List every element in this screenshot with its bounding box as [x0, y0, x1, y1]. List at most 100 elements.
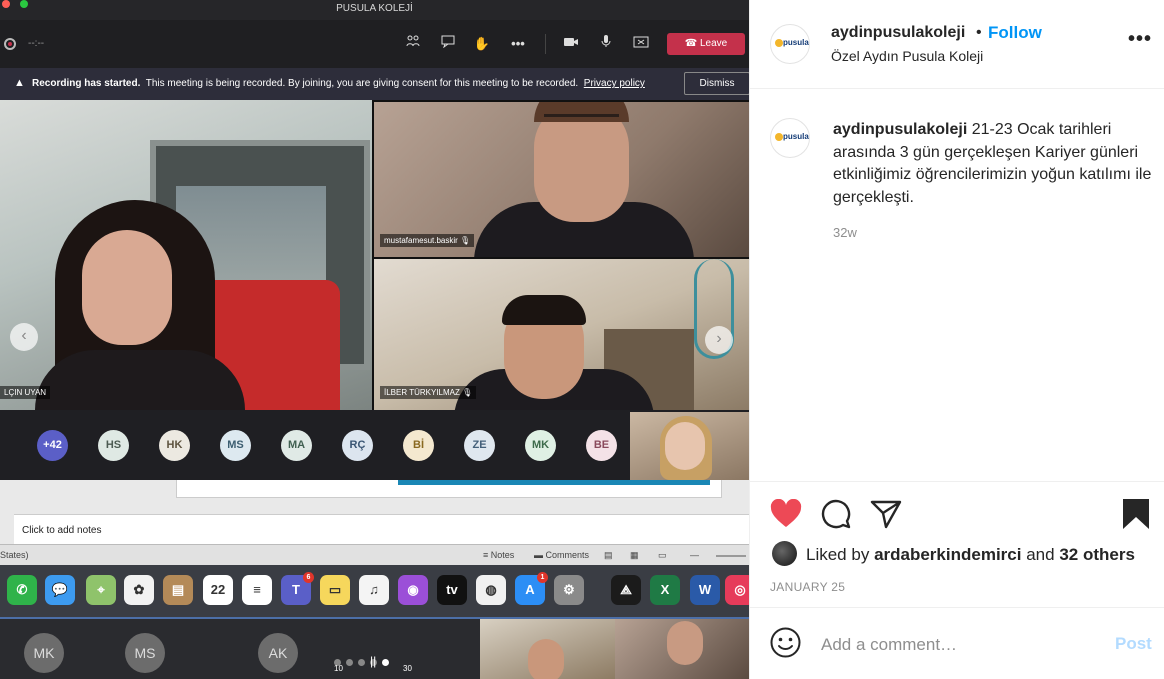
- zoom-slider[interactable]: [716, 555, 746, 557]
- mic-muted-icon: 🎙: [462, 388, 473, 397]
- liked-by-user[interactable]: ardaberkindemirci: [874, 545, 1021, 564]
- zoom-out-icon[interactable]: —: [690, 550, 699, 560]
- skip-forward-label[interactable]: 30: [403, 664, 412, 673]
- recording-message: Recording has started. This meeting is b…: [32, 78, 645, 89]
- page-dots: [334, 653, 394, 671]
- post-location[interactable]: Özel Aydın Pusula Koleji: [831, 48, 983, 64]
- participant-avatar[interactable]: Bİ: [403, 430, 434, 461]
- notes-icon[interactable]: ▭: [320, 575, 350, 605]
- leave-button[interactable]: ☎ Leave: [667, 33, 745, 55]
- participant-avatar[interactable]: MK: [525, 430, 556, 461]
- post-comment-button[interactable]: Post: [1115, 634, 1152, 654]
- participant-avatar[interactable]: +42: [37, 430, 68, 461]
- share-screen-icon[interactable]: [631, 34, 651, 54]
- teams-icon[interactable]: T6: [281, 572, 314, 605]
- profile-avatar[interactable]: pusula: [770, 24, 810, 64]
- normal-view-icon[interactable]: ▤: [604, 550, 613, 561]
- comment-input[interactable]: Add a comment…: [821, 635, 957, 655]
- recording-banner: ▲ Recording has started. This meeting is…: [0, 68, 749, 100]
- participant-avatar[interactable]: HS: [98, 430, 129, 461]
- appletv-icon[interactable]: tv: [437, 575, 467, 605]
- creative-cloud-icon-glyph: ◎: [734, 582, 746, 597]
- chrome-icon[interactable]: ◍: [476, 575, 506, 605]
- comments-toggle[interactable]: ▬ Comments: [534, 550, 589, 560]
- chat-icon[interactable]: [438, 34, 458, 54]
- creative-cloud-icon[interactable]: ◎: [725, 575, 749, 605]
- more-options-icon[interactable]: •••: [1128, 28, 1152, 51]
- emoji-icon[interactable]: [770, 627, 801, 658]
- reminders-icon[interactable]: ≡: [242, 575, 272, 605]
- participant-avatar[interactable]: ZE: [464, 430, 495, 461]
- page-dot-active[interactable]: [382, 659, 389, 666]
- skip-back-label[interactable]: 10: [334, 664, 343, 673]
- previous-arrow-icon[interactable]: ‹: [10, 323, 38, 351]
- acrobat-icon[interactable]: ⟁: [611, 575, 641, 605]
- photos-icon-glyph: ✿: [133, 582, 145, 597]
- notes-pane[interactable]: Click to add notes: [14, 514, 749, 544]
- profile-username[interactable]: aydinpusulakoleji: [831, 24, 965, 42]
- notification-badge: 1: [537, 572, 548, 583]
- macos-dock: ✆ 💬 ⌖ ✿ ▤ 22 ≡ T 6 ▭ ♫ ◉ tv ◍ A 1 ⚙ ⟁ X W ◎: [0, 565, 749, 617]
- post-caption: aydinpusulakoleji 21-23 Ocak tarihleri a…: [833, 119, 1153, 209]
- acrobat-icon-glyph: ⟁: [620, 582, 632, 597]
- messages-icon[interactable]: 💬: [45, 575, 75, 605]
- page-dot[interactable]: [358, 659, 365, 666]
- word-icon[interactable]: W: [690, 575, 720, 605]
- camera-icon[interactable]: [561, 34, 581, 54]
- participant-avatar[interactable]: BE: [586, 430, 617, 461]
- participants-icon[interactable]: [403, 34, 423, 54]
- meeting-title: PUSULA KOLEJİ: [336, 3, 413, 14]
- likes-summary: Liked by ardaberkindemirci and 32 others: [806, 545, 1135, 565]
- participant-avatar[interactable]: RÇ: [342, 430, 373, 461]
- contacts-icon[interactable]: ▤: [163, 575, 193, 605]
- maps-icon[interactable]: ⌖: [86, 575, 116, 605]
- hangup-icon: ☎: [684, 38, 698, 49]
- raise-hand-icon[interactable]: ✋: [472, 34, 492, 54]
- appletv-icon-glyph: tv: [446, 582, 458, 597]
- warning-icon: ▲: [14, 77, 25, 89]
- caption-username[interactable]: aydinpusulakoleji: [833, 121, 967, 138]
- participant-avatar[interactable]: MA: [281, 430, 312, 461]
- calendar-icon-glyph: 22: [210, 582, 226, 597]
- share-icon[interactable]: [870, 499, 902, 534]
- excel-icon[interactable]: X: [650, 575, 680, 605]
- privacy-policy-link[interactable]: Privacy policy: [584, 78, 645, 89]
- facetime-icon[interactable]: ✆: [7, 575, 37, 605]
- video-tile-top: mustafamesut.baskir 🎙: [374, 102, 749, 257]
- follow-button[interactable]: Follow: [988, 23, 1042, 43]
- participant-avatar[interactable]: HK: [159, 430, 190, 461]
- calendar-icon[interactable]: 22: [203, 575, 233, 605]
- bookmark-filled-icon[interactable]: [1122, 498, 1150, 535]
- slide-sorter-icon[interactable]: ▦: [630, 550, 639, 561]
- music-icon[interactable]: ♫: [359, 575, 389, 605]
- dismiss-button[interactable]: Dismiss: [684, 72, 749, 95]
- comment-icon[interactable]: [820, 499, 852, 536]
- photos-icon[interactable]: ✿: [124, 575, 154, 605]
- participant-glasses: [544, 114, 619, 134]
- follow-separator: •: [976, 24, 982, 41]
- system-preferences-icon[interactable]: ⚙: [554, 575, 584, 605]
- word-icon-glyph: W: [698, 582, 712, 597]
- pusula-logo-text: pusula: [783, 132, 809, 141]
- microphone-icon[interactable]: [596, 34, 616, 54]
- next-arrow-icon[interactable]: ›: [705, 326, 733, 354]
- participant-avatar-strip: +42 HS HK MS MA RÇ Bİ ZE MK BE: [0, 410, 749, 480]
- recording-message-bold: Recording has started.: [32, 78, 141, 89]
- reminders-icon-glyph: ≡: [253, 582, 261, 597]
- podcasts-icon[interactable]: ◉: [398, 575, 428, 605]
- participant-face: [665, 422, 705, 470]
- caption-avatar[interactable]: pusula: [770, 118, 810, 158]
- appstore-icon[interactable]: A1: [515, 572, 548, 605]
- pause-icon[interactable]: ||: [370, 654, 376, 668]
- post-date: JANUARY 25: [770, 580, 846, 594]
- self-video-preview: [630, 412, 749, 480]
- notification-badge: 6: [303, 572, 314, 583]
- notes-toggle[interactable]: ≡ Notes: [483, 550, 514, 560]
- more-options-icon[interactable]: •••: [508, 34, 528, 54]
- liker-avatar[interactable]: [772, 541, 797, 566]
- page-dot[interactable]: [346, 659, 353, 666]
- participant-avatar[interactable]: MS: [220, 430, 251, 461]
- liked-others-link[interactable]: 32 others: [1059, 545, 1135, 564]
- heart-filled-icon[interactable]: [770, 498, 802, 534]
- reading-view-icon[interactable]: ▭: [658, 550, 667, 561]
